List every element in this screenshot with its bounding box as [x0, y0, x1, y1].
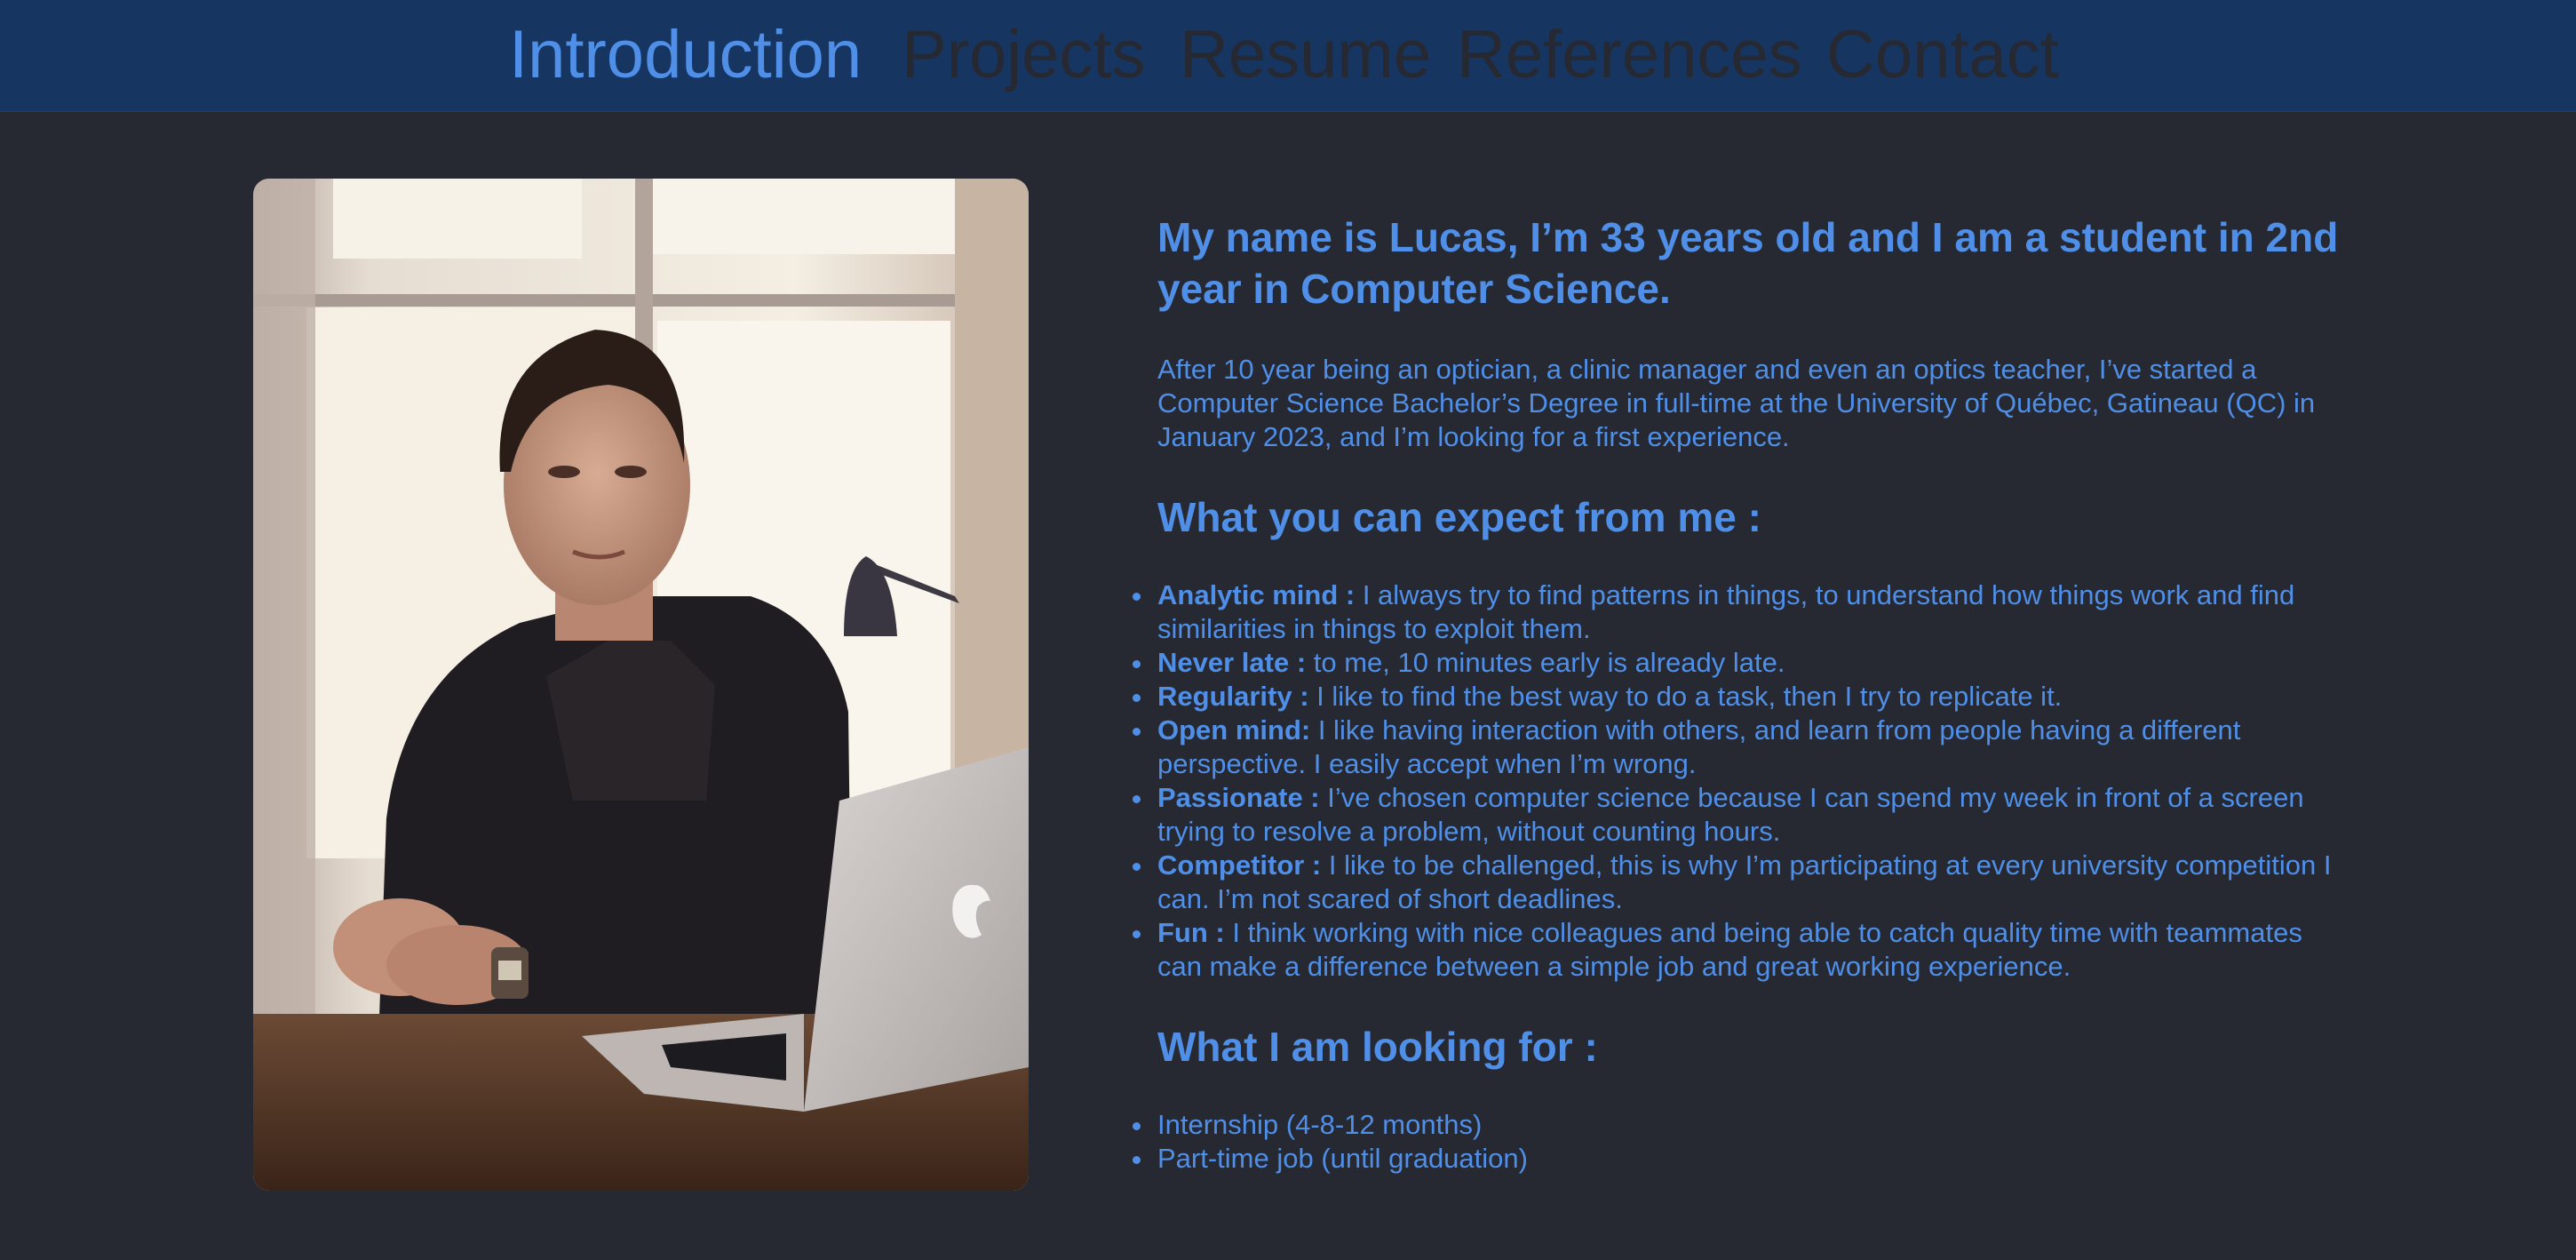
list-item-text: to me, 10 minutes early is already late.	[1306, 647, 1785, 678]
intro-content: My name is Lucas, I’m 33 years old and I…	[1133, 211, 2339, 1176]
expect-heading: What you can expect from me :	[1157, 494, 1761, 540]
list-item-title: Fun :	[1157, 917, 1225, 948]
list-item: Open mind: I like having interaction wit…	[1133, 714, 2339, 781]
top-navigation: Introduction Projects Resume References …	[0, 0, 2576, 112]
looking-list: Internship (4-8-12 months) Part-time job…	[1133, 1108, 2339, 1176]
list-item: Internship (4-8-12 months)	[1133, 1108, 2339, 1142]
list-item-text: I’ve chosen computer science because I c…	[1157, 782, 2304, 847]
list-item-title: Competitor :	[1157, 849, 1322, 881]
looking-heading: What I am looking for :	[1157, 1024, 1598, 1070]
profile-photo	[253, 179, 1029, 1191]
nav-introduction[interactable]: Introduction	[509, 12, 862, 98]
list-item-title: Passionate :	[1157, 782, 1320, 813]
intro-heading: My name is Lucas, I’m 33 years old and I…	[1157, 214, 2339, 312]
nav-projects[interactable]: Projects	[902, 12, 1146, 98]
list-item-title: Analytic mind :	[1157, 579, 1356, 610]
nav-references[interactable]: References	[1457, 12, 1802, 98]
list-item: Fun : I think working with nice colleagu…	[1133, 916, 2339, 984]
list-item-title: Regularity :	[1157, 681, 1309, 712]
list-item-text: I like to be challenged, this is why I’m…	[1157, 849, 2332, 914]
list-item: Competitor : I like to be challenged, th…	[1133, 849, 2339, 916]
list-item-title: Never late :	[1157, 647, 1307, 678]
list-item-text: I think working with nice colleagues and…	[1157, 917, 2302, 982]
expect-list: Analytic mind : I always try to find pat…	[1133, 578, 2339, 984]
nav-contact[interactable]: Contact	[1826, 12, 2059, 98]
nav-resume[interactable]: Resume	[1180, 12, 1431, 98]
list-item: Never late : to me, 10 minutes early is …	[1133, 646, 2339, 680]
list-item-text: I like to find the best way to do a task…	[1308, 681, 2063, 712]
list-item: Analytic mind : I always try to find pat…	[1133, 578, 2339, 646]
list-item: Regularity : I like to find the best way…	[1133, 680, 2339, 714]
list-item: Passionate : I’ve chosen computer scienc…	[1133, 781, 2339, 849]
list-item-title: Open mind:	[1157, 714, 1311, 746]
list-item-text: I like having interaction with others, a…	[1157, 714, 2241, 779]
list-item: Part-time job (until graduation)	[1133, 1142, 2339, 1176]
intro-paragraph: After 10 year being an optician, a clini…	[1157, 354, 2316, 452]
